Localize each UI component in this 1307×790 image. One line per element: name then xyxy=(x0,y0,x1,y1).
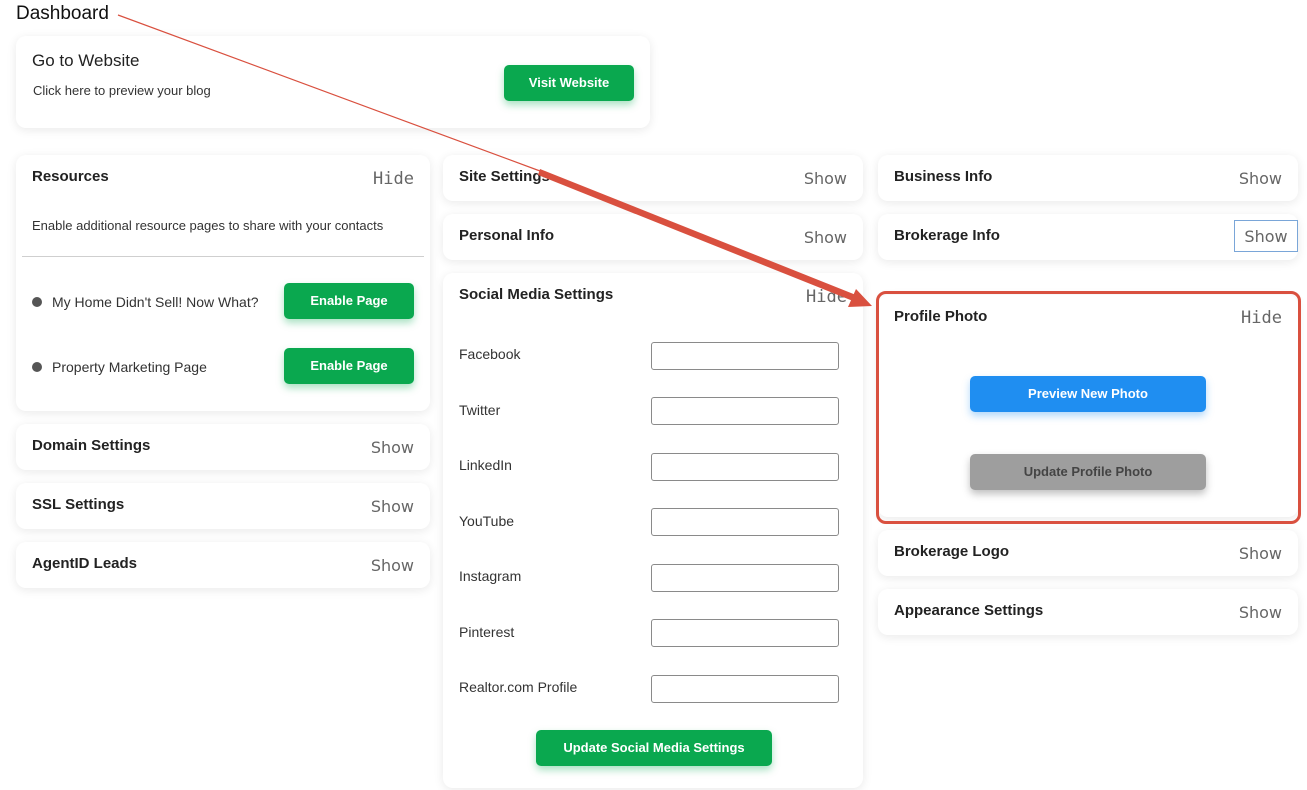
ssl-settings-toggle[interactable]: Show xyxy=(371,497,414,516)
business-info-title: Business Info xyxy=(894,168,993,185)
pinterest-label: Pinterest xyxy=(459,624,515,640)
brokerage-logo-title: Brokerage Logo xyxy=(894,543,1010,560)
personal-info-card[interactable]: Personal Info Show xyxy=(443,214,863,260)
divider xyxy=(22,256,424,257)
website-card-title: Go to Website xyxy=(32,51,140,70)
brokerage-info-card[interactable]: Brokerage Info Show xyxy=(878,214,1298,260)
agentid-leads-toggle[interactable]: Show xyxy=(371,556,414,575)
preview-new-photo-button[interactable]: Preview New Photo xyxy=(970,376,1206,412)
resources-description: Enable additional resource pages to shar… xyxy=(32,218,384,233)
bullet-icon xyxy=(32,297,42,307)
social-media-toggle[interactable]: Hide xyxy=(806,287,847,307)
bullet-icon xyxy=(32,362,42,372)
website-card-subtitle: Click here to preview your blog xyxy=(33,83,211,98)
resources-toggle[interactable]: Hide xyxy=(373,169,414,189)
facebook-input[interactable] xyxy=(651,342,839,370)
site-settings-toggle[interactable]: Show xyxy=(804,169,847,188)
domain-settings-toggle[interactable]: Show xyxy=(371,438,414,457)
linkedin-input[interactable] xyxy=(651,453,839,481)
resource-item-label: My Home Didn't Sell! Now What? xyxy=(52,294,259,310)
appearance-settings-title: Appearance Settings xyxy=(894,602,1044,619)
site-settings-title: Site Settings xyxy=(459,168,550,185)
update-profile-photo-button[interactable]: Update Profile Photo xyxy=(970,454,1206,490)
pinterest-input[interactable] xyxy=(651,619,839,647)
linkedin-label: LinkedIn xyxy=(459,457,512,473)
enable-page-button[interactable]: Enable Page xyxy=(284,283,414,319)
brokerage-info-toggle[interactable]: Show xyxy=(1234,220,1298,252)
agentid-leads-title: AgentID Leads xyxy=(32,555,138,572)
brokerage-logo-toggle[interactable]: Show xyxy=(1239,544,1282,563)
website-card: Go to Website Click here to preview your… xyxy=(16,36,650,128)
resources-title: Resources xyxy=(32,168,109,185)
enable-page-button[interactable]: Enable Page xyxy=(284,348,414,384)
visit-website-button[interactable]: Visit Website xyxy=(504,65,634,101)
profile-photo-toggle[interactable]: Hide xyxy=(1241,308,1282,328)
site-settings-card[interactable]: Site Settings Show xyxy=(443,155,863,201)
social-media-title: Social Media Settings xyxy=(459,286,614,303)
business-info-toggle[interactable]: Show xyxy=(1239,169,1282,188)
domain-settings-title: Domain Settings xyxy=(32,437,151,454)
instagram-input[interactable] xyxy=(651,564,839,592)
youtube-label: YouTube xyxy=(459,513,515,529)
agentid-leads-card[interactable]: AgentID Leads Show xyxy=(16,542,430,588)
appearance-settings-card[interactable]: Appearance Settings Show xyxy=(878,589,1298,635)
page-title: Dashboard xyxy=(16,3,109,24)
personal-info-title: Personal Info xyxy=(459,227,555,244)
youtube-input[interactable] xyxy=(651,508,839,536)
profile-photo-title: Profile Photo xyxy=(894,308,988,325)
resources-card: Resources Hide Enable additional resourc… xyxy=(16,155,430,411)
appearance-settings-toggle[interactable]: Show xyxy=(1239,603,1282,622)
domain-settings-card[interactable]: Domain Settings Show xyxy=(16,424,430,470)
ssl-settings-title: SSL Settings xyxy=(32,496,125,513)
brokerage-logo-card[interactable]: Brokerage Logo Show xyxy=(878,530,1298,576)
business-info-card[interactable]: Business Info Show xyxy=(878,155,1298,201)
update-social-media-button[interactable]: Update Social Media Settings xyxy=(536,730,772,766)
resource-item-label: Property Marketing Page xyxy=(52,359,207,375)
twitter-input[interactable] xyxy=(651,397,839,425)
profile-photo-card: Profile Photo Hide Preview New Photo Upd… xyxy=(878,295,1298,517)
realtor-profile-input[interactable] xyxy=(651,675,839,703)
facebook-label: Facebook xyxy=(459,346,521,362)
brokerage-info-title: Brokerage Info xyxy=(894,227,1000,244)
ssl-settings-card[interactable]: SSL Settings Show xyxy=(16,483,430,529)
realtor-profile-label: Realtor.com Profile xyxy=(459,679,578,695)
social-media-card: Social Media Settings Hide Facebook Twit… xyxy=(443,273,863,788)
personal-info-toggle[interactable]: Show xyxy=(804,228,847,247)
twitter-label: Twitter xyxy=(459,402,501,418)
instagram-label: Instagram xyxy=(459,568,522,584)
